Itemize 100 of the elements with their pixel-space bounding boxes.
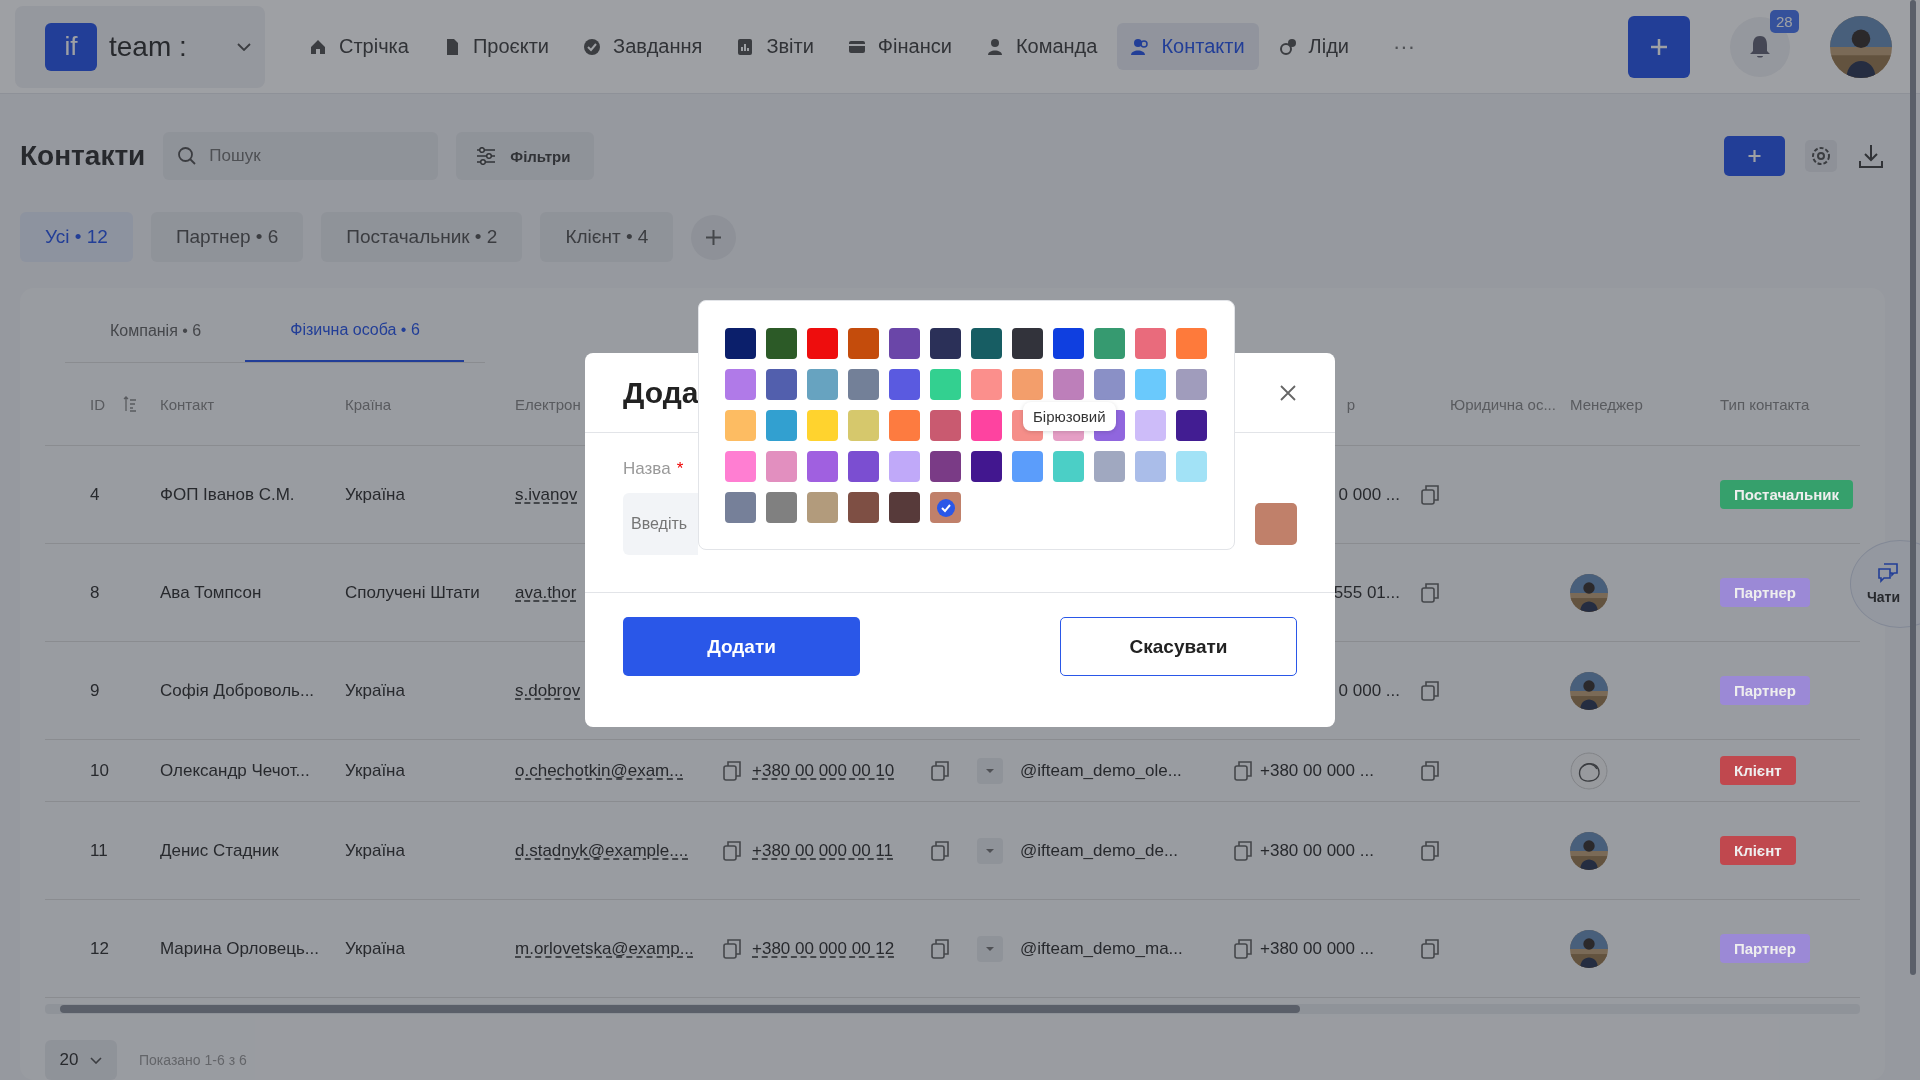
color-swatch[interactable]: [1012, 369, 1043, 400]
copy-icon[interactable]: [723, 938, 741, 959]
close-icon[interactable]: [1279, 383, 1297, 402]
vertical-scrollbar[interactable]: [1910, 0, 1916, 975]
filters-button[interactable]: Фільтри: [456, 132, 595, 181]
copy-icon[interactable]: [1421, 938, 1439, 959]
email-link[interactable]: s.dobrov: [515, 680, 581, 701]
color-swatch[interactable]: [848, 328, 879, 359]
color-swatch[interactable]: [889, 492, 920, 523]
column-header[interactable]: ID: [90, 395, 105, 413]
color-swatch[interactable]: [848, 451, 879, 482]
phone-link[interactable]: +380 00 000 00 11: [752, 840, 893, 861]
color-swatch[interactable]: [1053, 328, 1084, 359]
add-icon[interactable]: [691, 214, 737, 260]
color-swatch[interactable]: [807, 492, 838, 523]
nav-item[interactable]: Ліди: [1264, 23, 1363, 71]
copy-icon[interactable]: [931, 840, 949, 861]
color-swatch[interactable]: [766, 410, 797, 441]
color-swatch[interactable]: [930, 492, 961, 523]
plus-icon[interactable]: [1724, 136, 1785, 177]
color-swatch[interactable]: [930, 451, 961, 482]
more-button[interactable]: ···: [1379, 25, 1429, 68]
cancel-button[interactable]: Скасувати: [1060, 617, 1297, 676]
copy-icon[interactable]: [931, 760, 949, 781]
email-link[interactable]: m.orlovetska@examp...: [515, 938, 694, 959]
email-link[interactable]: ava.thor: [515, 582, 577, 603]
color-swatch[interactable]: [1012, 328, 1043, 359]
copy-icon[interactable]: [723, 760, 741, 781]
copy-icon[interactable]: [1421, 840, 1439, 861]
tab[interactable]: Компанія • 6: [65, 300, 246, 362]
copy-icon[interactable]: [1421, 760, 1439, 781]
color-swatch[interactable]: [1094, 451, 1125, 482]
horizontal-scrollbar[interactable]: [45, 1004, 1860, 1014]
color-swatch[interactable]: [1135, 451, 1166, 482]
color-swatch[interactable]: [1053, 451, 1084, 482]
sort-icon[interactable]: [123, 396, 137, 412]
color-swatch[interactable]: [807, 451, 838, 482]
color-swatch[interactable]: [889, 369, 920, 400]
color-swatch[interactable]: [889, 451, 920, 482]
phone-link[interactable]: +380 00 000 00 12: [752, 938, 895, 959]
color-swatch[interactable]: [848, 410, 879, 441]
email-link[interactable]: o.chechotkin@exam...: [515, 760, 684, 781]
copy-icon[interactable]: [723, 840, 741, 861]
nav-item[interactable]: Стрічка: [295, 23, 423, 71]
dropdown-button[interactable]: [977, 837, 1003, 864]
copy-icon[interactable]: [1233, 840, 1252, 861]
copy-icon[interactable]: [1421, 582, 1439, 603]
dropdown-button[interactable]: [977, 757, 1003, 784]
color-swatch[interactable]: [766, 451, 797, 482]
filter-chip[interactable]: Постачальник • 2: [321, 212, 523, 262]
copy-icon[interactable]: [1233, 760, 1252, 781]
nav-item[interactable]: Проєкти: [428, 23, 564, 71]
copy-icon[interactable]: [1421, 680, 1439, 701]
color-swatch[interactable]: [766, 369, 797, 400]
add-button[interactable]: Додати: [623, 617, 860, 676]
search-field[interactable]: Пошук: [163, 132, 439, 181]
color-swatch[interactable]: [1176, 369, 1207, 400]
color-swatch[interactable]: [971, 369, 1002, 400]
nav-item[interactable]: Завдання: [569, 23, 717, 71]
color-swatch[interactable]: [725, 369, 756, 400]
column-header[interactable]: Тип контакта: [1720, 395, 1810, 413]
column-header[interactable]: Електрон: [515, 395, 581, 413]
color-swatch[interactable]: [971, 328, 1002, 359]
column-header[interactable]: Менеджер: [1570, 395, 1643, 413]
email-link[interactable]: s.ivanov: [515, 484, 578, 505]
workspace-switcher[interactable]: if team :: [15, 5, 265, 88]
filter-chip[interactable]: Партнер • 6: [150, 212, 304, 262]
nav-item[interactable]: Фінанси: [833, 23, 966, 71]
color-swatch[interactable]: [725, 328, 756, 359]
copy-icon[interactable]: [931, 938, 949, 959]
color-swatch[interactable]: [930, 328, 961, 359]
color-swatch[interactable]: [1135, 410, 1166, 441]
filter-chip[interactable]: Клієнт • 4: [540, 212, 674, 262]
color-swatch[interactable]: [889, 328, 920, 359]
color-swatch[interactable]: [1176, 451, 1207, 482]
color-swatch[interactable]: [889, 410, 920, 441]
plus-icon[interactable]: [1628, 15, 1690, 78]
color-swatch[interactable]: [848, 369, 879, 400]
color-swatch[interactable]: [766, 328, 797, 359]
nav-item[interactable]: Команда: [971, 23, 1112, 71]
color-swatch[interactable]: [930, 369, 961, 400]
color-swatch[interactable]: [971, 451, 1002, 482]
color-swatch[interactable]: [1176, 410, 1207, 441]
tab[interactable]: Фізична особа • 6: [245, 300, 464, 362]
dropdown-button[interactable]: [977, 935, 1003, 962]
color-preview[interactable]: [1255, 503, 1297, 545]
copy-icon[interactable]: [1421, 484, 1439, 505]
color-swatch[interactable]: [971, 410, 1002, 441]
column-header[interactable]: Юридична ос...: [1450, 395, 1556, 413]
page-size-select[interactable]: 20: [45, 1040, 117, 1080]
settings-icon[interactable]: [1805, 140, 1837, 173]
color-swatch[interactable]: [1135, 369, 1166, 400]
filter-chip[interactable]: Усі • 12: [20, 212, 133, 262]
color-swatch[interactable]: [807, 410, 838, 441]
color-swatch[interactable]: [725, 451, 756, 482]
color-swatch[interactable]: [1176, 328, 1207, 359]
nav-item[interactable]: Контакти: [1117, 23, 1259, 71]
color-swatch[interactable]: [807, 328, 838, 359]
color-swatch[interactable]: [930, 410, 961, 441]
color-swatch[interactable]: [807, 369, 838, 400]
